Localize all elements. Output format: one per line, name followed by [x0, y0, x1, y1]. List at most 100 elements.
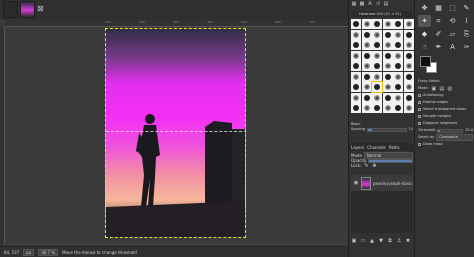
image-tab-thumbnail[interactable] [3, 1, 18, 18]
align-tool-icon[interactable]: ▦ [432, 2, 445, 14]
eraser-tool-icon[interactable]: ▱ [446, 28, 459, 40]
brush-swatch[interactable] [351, 92, 361, 103]
brush-swatch[interactable] [372, 103, 382, 113]
fuzzy-select-tool-icon[interactable]: ✦ [418, 15, 431, 27]
draw-mask-checkbox[interactable] [418, 143, 421, 146]
duplicate-layer-icon[interactable]: ⧉ [387, 238, 393, 244]
new-group-icon[interactable]: ▭ [360, 238, 366, 244]
brush-swatch[interactable] [382, 50, 393, 61]
unified-transform-tool-icon[interactable]: ⟲ [446, 15, 459, 27]
history-tab-icon[interactable]: ↺ [375, 1, 381, 7]
color-picker-tool-icon[interactable]: ✑ [460, 41, 473, 53]
tab-layers[interactable]: Layers [351, 145, 364, 150]
lock-position-icon[interactable]: ✥ [371, 163, 377, 169]
tab-paths[interactable]: Paths [389, 145, 400, 150]
new-layer-icon[interactable]: ▣ [351, 238, 357, 244]
anchor-layer-icon[interactable]: ⚓ [396, 238, 402, 244]
brush-swatch[interactable] [382, 92, 393, 103]
brush-swatch[interactable] [393, 29, 403, 40]
horizontal-ruler[interactable]: 100 200 300 400 500 600 700 [5, 20, 348, 27]
brush-swatch[interactable] [393, 103, 403, 113]
brush-swatch[interactable] [403, 103, 414, 113]
brush-swatch[interactable] [382, 82, 393, 92]
patterns-tab-icon[interactable]: ▩ [359, 1, 365, 7]
brush-swatch[interactable] [361, 92, 372, 103]
brush-swatch[interactable] [351, 103, 361, 113]
replace-mode-icon[interactable]: ▣ [431, 86, 437, 92]
brush-swatch[interactable] [403, 19, 414, 29]
brush-swatch[interactable] [403, 50, 414, 61]
brush-swatch[interactable] [351, 71, 361, 82]
brush-swatch[interactable] [403, 71, 414, 82]
feather-edges-checkbox[interactable] [418, 101, 421, 104]
brush-swatch[interactable] [372, 71, 382, 82]
image-tab-thumbnail-active[interactable] [20, 1, 35, 18]
brush-swatch[interactable] [393, 82, 403, 92]
brush-swatch[interactable] [403, 40, 414, 50]
brush-swatch[interactable] [382, 103, 393, 113]
warp-tool-icon[interactable]: ⌇ [460, 15, 473, 27]
tab-channels[interactable]: Channels [367, 145, 386, 150]
brush-swatch[interactable] [393, 50, 403, 61]
canvas-area[interactable] [6, 28, 348, 245]
brush-swatch[interactable] [393, 19, 403, 29]
diagonal-neighbors-checkbox[interactable] [418, 122, 421, 125]
eye-icon[interactable]: ◉ [353, 180, 359, 186]
select-by-dropdown[interactable]: Composite [436, 134, 473, 141]
move-tool-icon[interactable]: ✥ [418, 2, 431, 14]
brush-swatch[interactable] [361, 61, 372, 71]
crop-tool-icon[interactable]: ⌗ [432, 15, 445, 27]
brush-swatch[interactable] [361, 29, 372, 40]
brush-swatch[interactable] [393, 61, 403, 71]
brush-swatch[interactable] [393, 40, 403, 50]
brush-swatch[interactable] [351, 29, 361, 40]
paint-bucket-tool-icon[interactable]: ◆ [418, 28, 431, 40]
clone-tool-icon[interactable]: ⎘ [460, 28, 473, 40]
sample-merged-checkbox[interactable] [418, 115, 421, 118]
brush-swatch[interactable] [393, 71, 403, 82]
lasso-tool-icon[interactable]: ✎ [460, 2, 473, 14]
unit-selector[interactable]: px [23, 248, 35, 256]
brush-swatch[interactable] [351, 19, 361, 29]
layer-list[interactable]: ◉ pexels-joseph-davis [351, 175, 413, 233]
brush-swatch[interactable] [382, 40, 393, 50]
paintbrush-tool-icon[interactable]: ✐ [432, 28, 445, 40]
zoom-selector[interactable]: 36.7 % [38, 248, 59, 256]
brush-swatch[interactable] [351, 40, 361, 50]
brush-swatch[interactable] [403, 29, 414, 40]
brush-swatch[interactable] [351, 82, 361, 92]
lock-pixels-icon[interactable]: ✎ [363, 163, 369, 169]
brush-swatch[interactable] [382, 61, 393, 71]
text-tool-icon[interactable]: A [446, 41, 459, 53]
opacity-slider[interactable] [368, 158, 413, 163]
brush-swatch[interactable] [382, 19, 393, 29]
lower-layer-icon[interactable]: ▼ [378, 238, 384, 244]
delete-layer-icon[interactable]: ✖ [405, 238, 411, 244]
brush-swatch[interactable] [372, 40, 382, 50]
brush-swatch[interactable] [372, 29, 382, 40]
brush-swatch[interactable] [372, 50, 382, 61]
brush-swatch[interactable] [372, 19, 382, 29]
vertical-ruler[interactable] [0, 27, 5, 245]
image-canvas[interactable] [105, 28, 246, 238]
brushes-tab-icon[interactable]: ▦ [351, 1, 357, 7]
layer-name[interactable]: pexels-joseph-davis [373, 181, 412, 186]
brush-swatch[interactable] [403, 82, 414, 92]
brush-swatch[interactable] [361, 19, 372, 29]
antialiasing-checkbox[interactable] [418, 94, 421, 97]
brush-swatch[interactable] [372, 92, 382, 103]
subtract-mode-icon[interactable]: ▥ [447, 86, 453, 92]
foreground-color-swatch[interactable] [420, 56, 431, 67]
fonts-tab-icon[interactable]: A [367, 1, 373, 7]
brush-swatch[interactable] [361, 40, 372, 50]
brush-swatch[interactable] [361, 82, 372, 92]
brush-swatch-selected[interactable] [371, 81, 383, 93]
brush-swatch[interactable] [361, 50, 372, 61]
brush-swatch[interactable] [393, 92, 403, 103]
brush-swatch[interactable] [361, 71, 372, 82]
brush-swatch[interactable] [403, 92, 414, 103]
brush-grid[interactable] [351, 19, 414, 119]
brush-swatch[interactable] [351, 50, 361, 61]
brush-swatch[interactable] [403, 61, 414, 71]
select-transparent-checkbox[interactable] [418, 108, 421, 111]
